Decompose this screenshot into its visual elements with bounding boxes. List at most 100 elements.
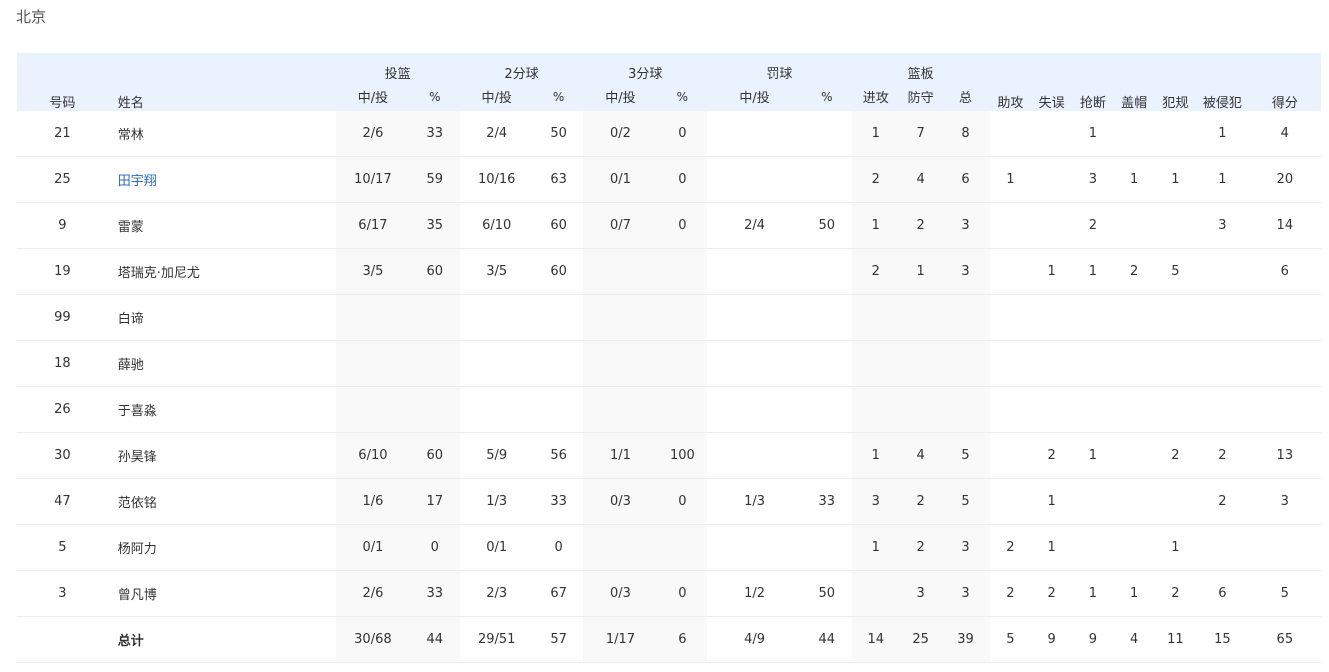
cell-pts: 3	[1248, 478, 1321, 525]
cell-three-made-att: 1/1	[583, 432, 658, 479]
cell-name: 总计	[107, 616, 336, 663]
col-number[interactable]: 号码	[17, 53, 108, 111]
cell-blk	[1113, 111, 1155, 157]
cell-stl: 1	[1072, 248, 1114, 295]
cell-stl: 3	[1072, 156, 1114, 203]
cell-pf: 1	[1154, 156, 1197, 203]
cell-reb-def: 25	[900, 616, 942, 663]
cell-tov: 2	[1031, 570, 1073, 617]
cell-two-made-att: 0/1	[459, 524, 534, 571]
cell-pts	[1248, 524, 1321, 571]
cell-stl	[1072, 340, 1114, 387]
col-reb-def[interactable]: 防守	[900, 82, 942, 111]
cell-three-pct: 6	[657, 616, 708, 663]
cell-blk: 1	[1113, 570, 1155, 617]
cell-name: 雷蒙	[107, 202, 336, 249]
col-pf[interactable]: 犯规	[1154, 53, 1197, 111]
cell-reb-off	[851, 386, 901, 433]
cell-reb-tot: 8	[941, 111, 990, 157]
cell-pts: 4	[1248, 111, 1321, 157]
player-link[interactable]: 田宇翔	[107, 156, 336, 203]
cell-reb-off	[851, 570, 901, 617]
cell-three-pct	[657, 340, 708, 387]
cell-three-pct	[657, 294, 708, 341]
col-reb-tot[interactable]: 总	[941, 82, 990, 111]
cell-ast	[989, 294, 1032, 341]
cell-pf: 2	[1154, 432, 1197, 479]
cell-fg-made-att	[335, 294, 411, 341]
cell-two-pct	[533, 294, 584, 341]
cell-tov: 9	[1031, 616, 1073, 663]
col-fg-made-att[interactable]: 中/投	[335, 82, 411, 111]
cell-ast: 2	[989, 524, 1032, 571]
cell-stl: 1	[1072, 432, 1114, 479]
cell-reb-tot: 3	[941, 202, 990, 249]
cell-fg-pct: 60	[410, 432, 460, 479]
cell-fg-made-att	[335, 340, 411, 387]
cell-fg-made-att: 30/68	[335, 616, 411, 663]
cell-reb-def	[900, 340, 942, 387]
cell-fd: 1	[1196, 156, 1249, 203]
cell-two-made-att	[459, 340, 534, 387]
col-ft-made-att[interactable]: 中/投	[707, 82, 803, 111]
cell-ast: 2	[989, 570, 1032, 617]
col-ast[interactable]: 助攻	[989, 53, 1032, 111]
cell-reb-def: 2	[900, 202, 942, 249]
cell-reb-off	[851, 294, 901, 341]
cell-three-made-att: 0/3	[583, 478, 658, 525]
cell-fd	[1196, 340, 1249, 387]
cell-reb-off: 2	[851, 248, 901, 295]
table-row: 5 杨阿力 0/1 0 0/1 0 1 2 3 2 1 1	[17, 524, 1321, 571]
cell-number: 21	[17, 111, 108, 157]
cell-fg-made-att: 1/6	[335, 478, 411, 525]
cell-two-made-att	[459, 386, 534, 433]
cell-blk: 4	[1113, 616, 1155, 663]
cell-two-pct	[533, 386, 584, 433]
cell-reb-off: 14	[851, 616, 901, 663]
table-row: 47 范依铭 1/6 17 1/3 33 0/3 0 1/3 33 3 2 5 1 2 3	[17, 478, 1321, 525]
col-pts[interactable]: 得分	[1248, 53, 1321, 111]
cell-three-pct: 0	[657, 156, 708, 203]
col-two-pct[interactable]: %	[533, 82, 584, 111]
cell-reb-tot: 5	[941, 478, 990, 525]
cell-pf: 2	[1154, 570, 1197, 617]
cell-fg-made-att: 2/6	[335, 570, 411, 617]
cell-three-made-att: 1/17	[583, 616, 658, 663]
cell-fg-pct: 60	[410, 248, 460, 295]
col-three-made-att[interactable]: 中/投	[583, 82, 658, 111]
cell-tov	[1031, 156, 1073, 203]
cell-ft-pct	[802, 340, 852, 387]
col-ft-pct[interactable]: %	[802, 82, 852, 111]
col-fd[interactable]: 被侵犯	[1196, 53, 1249, 111]
cell-three-pct: 0	[657, 570, 708, 617]
cell-pf	[1154, 202, 1197, 249]
cell-ft-made-att	[707, 248, 803, 295]
cell-blk: 1	[1113, 156, 1155, 203]
col-stl[interactable]: 抢断	[1072, 53, 1114, 111]
cell-name: 范依铭	[107, 478, 336, 525]
cell-ft-made-att: 2/4	[707, 202, 803, 249]
col-group-reb: 篮板	[851, 53, 990, 82]
cell-ast: 5	[989, 616, 1032, 663]
col-three-pct[interactable]: %	[657, 82, 708, 111]
cell-number: 18	[17, 340, 108, 387]
cell-pts: 14	[1248, 202, 1321, 249]
cell-pts: 6	[1248, 248, 1321, 295]
cell-fg-pct: 17	[410, 478, 460, 525]
cell-reb-tot	[941, 340, 990, 387]
col-tov[interactable]: 失误	[1031, 53, 1073, 111]
col-fg-pct[interactable]: %	[410, 82, 460, 111]
cell-two-pct: 60	[533, 202, 584, 249]
cell-two-made-att: 1/3	[459, 478, 534, 525]
cell-name: 常林	[107, 111, 336, 157]
cell-two-pct: 56	[533, 432, 584, 479]
col-two-made-att[interactable]: 中/投	[459, 82, 534, 111]
col-reb-off[interactable]: 进攻	[851, 82, 901, 111]
table-row: 25 田宇翔 10/17 59 10/16 63 0/1 0 2 4 6 1 3 1 1 1 20	[17, 156, 1321, 203]
col-name[interactable]: 姓名	[107, 53, 336, 111]
col-group-three: 3分球	[583, 53, 708, 82]
cell-ft-made-att	[707, 432, 803, 479]
cell-reb-def: 2	[900, 478, 942, 525]
col-blk[interactable]: 盖帽	[1113, 53, 1155, 111]
cell-reb-tot	[941, 386, 990, 433]
